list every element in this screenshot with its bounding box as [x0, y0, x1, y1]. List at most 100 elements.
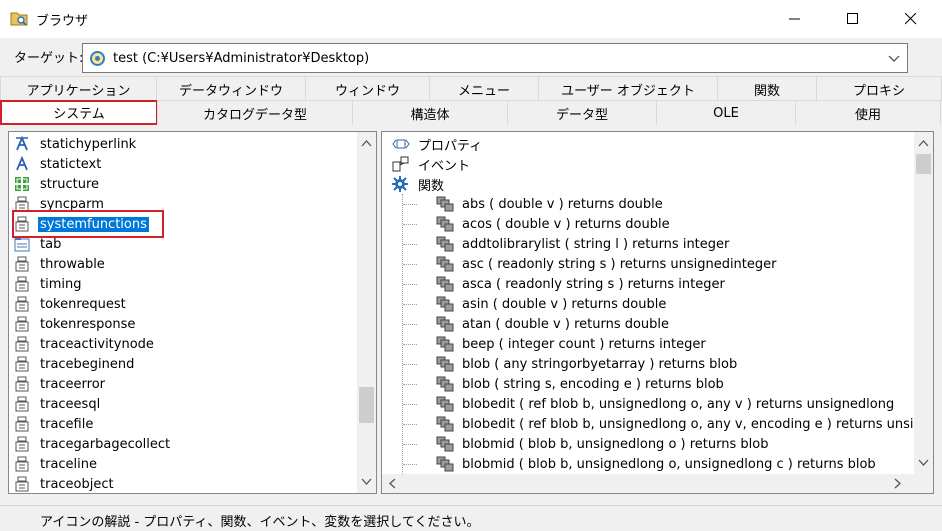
object-icon [14, 356, 30, 372]
method-icon [436, 236, 454, 252]
tree-connector [403, 264, 417, 265]
function-item[interactable]: blobmid ( blob b, unsignedlong o, unsign… [436, 454, 876, 474]
object-icon [14, 296, 30, 312]
function-item[interactable]: asca ( readonly string s ) returns integ… [436, 274, 725, 294]
function-item[interactable]: atan ( double v ) returns double [436, 314, 669, 334]
function-signature: blob ( string s, encoding e ) returns bl… [462, 376, 724, 392]
tab-datatype[interactable]: データ型 [507, 100, 657, 125]
function-signature: blobmid ( blob b, unsignedlong o, unsign… [462, 456, 876, 472]
scroll-up-arrow-icon[interactable] [918, 138, 929, 149]
maximize-button[interactable] [830, 0, 876, 38]
member-tree-pane[interactable]: プロパティ イベント関数 abs ( double v ) returns doub… [381, 131, 934, 494]
function-item[interactable]: addtolibrarylist ( string l ) returns in… [436, 234, 729, 254]
tab-structure[interactable]: 構造体 [352, 100, 508, 125]
list-item[interactable]: tracefile [14, 414, 93, 434]
object-icon [14, 476, 30, 492]
function-item[interactable]: beep ( integer count ) returns integer [436, 334, 706, 354]
list-item[interactable]: timing [14, 274, 81, 294]
tab-usage[interactable]: 使用 [795, 100, 941, 125]
list-item[interactable]: traceobject [14, 474, 114, 493]
list-item[interactable]: tokenresponse [14, 314, 135, 334]
tree-node[interactable]: 関数 [392, 174, 444, 194]
scroll-left-arrow-icon[interactable] [387, 478, 398, 489]
object-list-scrollbar[interactable] [357, 132, 376, 493]
tree-node-label: 関数 [418, 178, 445, 194]
minimize-button[interactable] [772, 0, 818, 38]
function-item[interactable]: acos ( double v ) returns double [436, 214, 670, 234]
tree-connector [403, 224, 417, 225]
tab-application[interactable]: アプリケーション [0, 76, 157, 101]
list-item[interactable]: tracebeginend [14, 354, 134, 374]
function-item[interactable]: blobedit ( ref blob b, unsignedlong o, a… [436, 414, 934, 434]
object-list[interactable]: statichyperlink statictext structure syncpa… [9, 132, 356, 493]
list-item[interactable]: structure [14, 174, 99, 194]
function-signature: blobmid ( blob b, unsignedlong o ) retur… [462, 436, 769, 452]
method-icon [436, 376, 454, 392]
function-item[interactable]: asc ( readonly string s ) returns unsign… [436, 254, 777, 274]
method-icon [436, 416, 454, 432]
function-item[interactable]: abs ( double v ) returns double [436, 194, 663, 214]
list-item-label: statichyperlink [40, 136, 137, 152]
tab-proxy[interactable]: プロキシ [816, 76, 942, 101]
function-signature: blobedit ( ref blob b, unsignedlong o, a… [462, 416, 934, 432]
tab-catalog-datatype[interactable]: カタログデータ型 [157, 100, 353, 125]
function-signature: blob ( any stringorbyetarray ) returns b… [462, 356, 738, 372]
tree-node-label: プロパティ [418, 138, 483, 154]
tab-ole[interactable]: OLE [656, 100, 796, 125]
list-item[interactable]: traceline [14, 454, 97, 474]
list-item[interactable]: statichyperlink [14, 134, 136, 154]
object-icon [14, 396, 30, 412]
scroll-down-arrow-icon[interactable] [918, 457, 929, 468]
method-icon [436, 196, 454, 212]
maximize-icon [847, 13, 858, 24]
method-icon [436, 436, 454, 452]
method-icon [436, 276, 454, 292]
member-tree[interactable]: プロパティ イベント関数 abs ( double v ) returns doub… [382, 132, 933, 474]
function-signature: atan ( double v ) returns double [462, 316, 670, 332]
scroll-up-arrow-icon[interactable] [361, 138, 372, 149]
list-item-label: tracefile [40, 416, 94, 432]
tab-datawindow[interactable]: データウィンドウ [156, 76, 306, 101]
chevron-down-icon[interactable] [887, 50, 901, 66]
object-icon [14, 276, 30, 292]
function-signature: addtolibrarylist ( string l ) returns in… [462, 236, 730, 252]
function-item[interactable]: blob ( string s, encoding e ) returns bl… [436, 374, 724, 394]
tree-node[interactable]: イベント [392, 154, 470, 174]
tree-node[interactable]: プロパティ [392, 134, 482, 154]
list-item[interactable]: traceesql [14, 394, 100, 414]
close-button[interactable] [888, 0, 934, 38]
function-item[interactable]: blob ( any stringorbyetarray ) returns b… [436, 354, 737, 374]
function-item[interactable]: blobedit ( ref blob b, unsignedlong o, a… [436, 394, 894, 414]
object-icon [14, 416, 30, 432]
list-item[interactable]: traceerror [14, 374, 105, 394]
function-item[interactable]: blobmid ( blob b, unsignedlong o ) retur… [436, 434, 768, 454]
tree-connector [403, 244, 417, 245]
object-list-pane[interactable]: statichyperlink statictext structure syncpa… [8, 131, 377, 494]
list-item[interactable]: traceactivitynode [14, 334, 154, 354]
list-item[interactable]: tokenrequest [14, 294, 126, 314]
member-tree-vscrollbar[interactable] [914, 132, 933, 474]
tree-connector [403, 424, 417, 425]
list-item-label: traceerror [40, 376, 106, 392]
tab-function[interactable]: 関数 [717, 76, 817, 101]
target-value: test (C:¥Users¥Administrator¥Desktop) [113, 51, 370, 66]
tab-menu[interactable]: メニュー [429, 76, 539, 101]
list-item-label: tracegarbagecollect [40, 436, 171, 452]
tab-user-object[interactable]: ユーザー オブジェクト [538, 76, 718, 101]
list-item[interactable]: statictext [14, 154, 101, 174]
scroll-right-arrow-icon[interactable] [892, 478, 903, 489]
function-item[interactable]: asin ( double v ) returns double [436, 294, 666, 314]
scroll-thumb[interactable] [916, 154, 931, 174]
member-tree-hscrollbar[interactable] [382, 474, 913, 493]
property-icon [392, 136, 410, 152]
tree-connector [402, 194, 403, 474]
scroll-thumb[interactable] [359, 387, 374, 423]
target-combobox[interactable]: test (C:¥Users¥Administrator¥Desktop) [82, 43, 908, 73]
list-item[interactable]: throwable [14, 254, 105, 274]
object-icon [14, 376, 30, 392]
tab-system[interactable]: システム [0, 100, 158, 125]
method-icon [436, 456, 454, 472]
scroll-down-arrow-icon[interactable] [361, 476, 372, 487]
tab-window[interactable]: ウィンドウ [305, 76, 430, 101]
list-item[interactable]: tracegarbagecollect [14, 434, 170, 454]
